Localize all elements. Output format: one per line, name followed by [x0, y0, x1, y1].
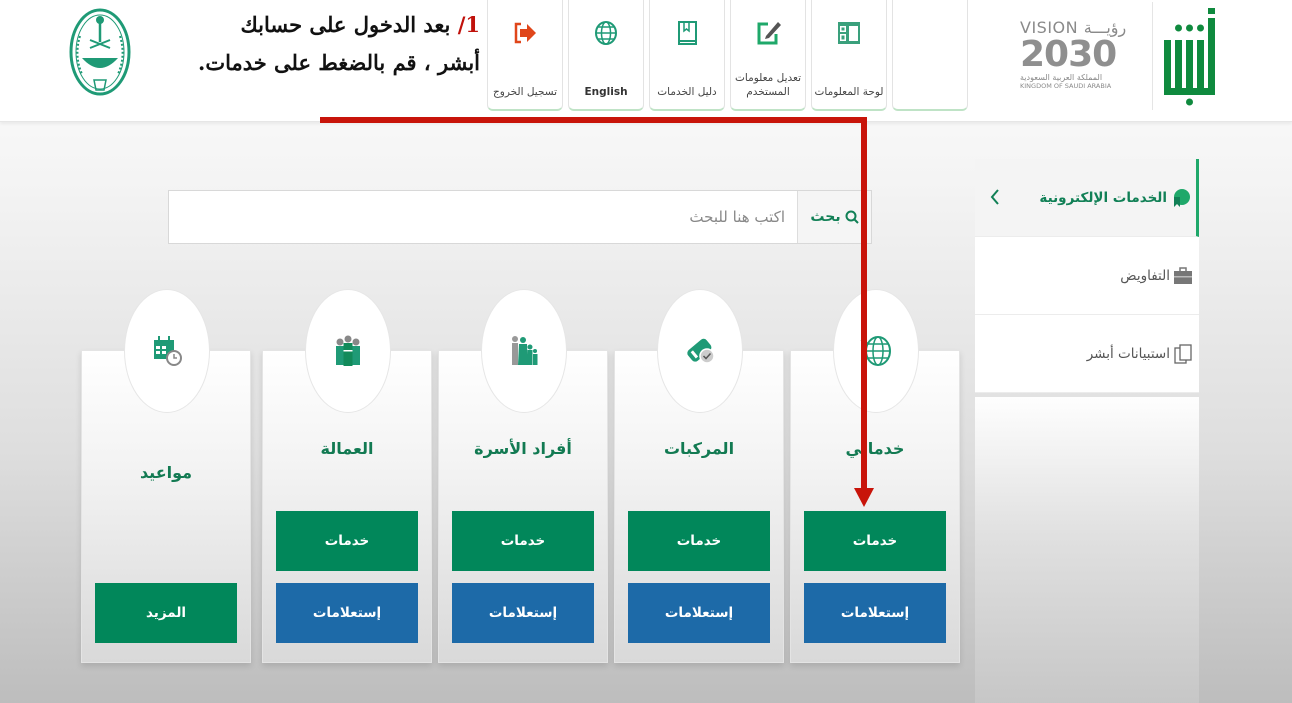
- chevron-left-icon[interactable]: [989, 187, 1001, 207]
- sidebar-item-label: استبيانات أبشر: [1086, 345, 1170, 362]
- edit-icon: [757, 22, 781, 45]
- card-family-members: أفراد الأسرة خدمات إستعلامات: [438, 289, 608, 663]
- empty-nav-tile[interactable]: [892, 0, 968, 111]
- card-labor: العمالة خدمات إستعلامات: [262, 289, 432, 663]
- absher-logo: [1164, 8, 1215, 106]
- sidebar-item-delegations[interactable]: التفاويض: [975, 237, 1199, 315]
- instruction-line-2: أبشر ، قم بالضغط على خدمات.: [198, 50, 480, 75]
- edit-user-info-label: تعديل معلومات المستخدم: [734, 72, 801, 98]
- annotation-arrow-head: [854, 488, 874, 507]
- sidebar: الخدمات الإلكترونية التفاويض استبيانات أ…: [975, 159, 1199, 703]
- card-appointments: مواعيد المزيد: [81, 289, 251, 663]
- sidebar-item-label: التفاويض: [1120, 267, 1170, 284]
- vehicle-icon: [687, 338, 715, 364]
- sidebar-item-eservices[interactable]: الخدمات الإلكترونية: [975, 159, 1199, 237]
- book-icon: [678, 21, 697, 45]
- calendar-icon: [154, 336, 182, 366]
- inquiries-button[interactable]: إستعلامات: [452, 583, 594, 643]
- card-title: أفراد الأسرة: [474, 439, 572, 458]
- family-icon: [512, 336, 538, 365]
- search-bar: بحث: [168, 190, 872, 244]
- annotation-arrow-vertical: [861, 117, 867, 491]
- dashboard-label: لوحة المعلومات: [814, 86, 884, 98]
- dashboard-button[interactable]: لوحة المعلومات: [811, 0, 887, 111]
- card-my-services: خدماتي خدمات إستعلامات: [790, 289, 960, 663]
- search-icon: [845, 210, 859, 224]
- logout-label: تسجيل الخروج: [492, 86, 558, 98]
- annotation-arrow-horizontal: [320, 117, 867, 123]
- step-number: 1/: [457, 12, 480, 37]
- edit-user-info-button[interactable]: تعديل معلومات المستخدم: [730, 0, 806, 111]
- card-icon-circle: [124, 289, 210, 413]
- globe-icon: [595, 21, 617, 45]
- services-button[interactable]: خدمات: [452, 511, 594, 571]
- card-title: مواعيد: [139, 463, 193, 482]
- card-title: المركبات: [663, 439, 735, 458]
- instruction-line-1: بعد الدخول على حسابك: [240, 12, 451, 37]
- card-icon-circle: [305, 289, 391, 413]
- inquiries-button[interactable]: إستعلامات: [804, 583, 946, 643]
- workers-icon: [336, 335, 360, 366]
- search-input[interactable]: [169, 191, 797, 243]
- services-button[interactable]: خدمات: [628, 511, 770, 571]
- services-button[interactable]: خدمات: [276, 511, 418, 571]
- sidebar-item-label: الخدمات الإلكترونية: [1039, 189, 1167, 206]
- sidebar-item-surveys[interactable]: استبيانات أبشر: [975, 315, 1199, 393]
- documents-icon: [1174, 343, 1192, 364]
- inquiries-button[interactable]: إستعلامات: [276, 583, 418, 643]
- more-button[interactable]: المزيد: [95, 583, 237, 643]
- services-guide-label: دليل الخدمات: [657, 86, 717, 98]
- search-button-label: بحث: [810, 209, 841, 225]
- kingdom-en: KINGDOM OF SAUDI ARABIA: [1020, 82, 1112, 90]
- ministry-emblem-logo: [69, 8, 131, 96]
- vision-year: 2030: [1020, 34, 1117, 75]
- card-vehicles: المركبات خدمات إستعلامات: [614, 289, 784, 663]
- brand-logos: VISION رؤيـــة 2030 المملكة العربية السع…: [1020, 0, 1220, 122]
- services-button[interactable]: خدمات: [804, 511, 946, 571]
- card-title: خدماتي: [845, 439, 905, 458]
- eservices-icon: [1174, 188, 1190, 207]
- inquiries-button[interactable]: إستعلامات: [628, 583, 770, 643]
- services-guide-button[interactable]: دليل الخدمات: [649, 0, 725, 111]
- briefcase-icon: [1174, 266, 1192, 284]
- sidebar-empty-panel: [975, 397, 1199, 703]
- dashboard-icon: [838, 22, 860, 44]
- card-icon-circle: [481, 289, 567, 413]
- logout-icon: [514, 22, 536, 44]
- logout-button[interactable]: تسجيل الخروج: [487, 0, 563, 111]
- search-button[interactable]: بحث: [797, 191, 871, 243]
- card-title: العمالة: [320, 439, 374, 458]
- card-icon-circle: [833, 289, 919, 413]
- card-icon-circle: [657, 289, 743, 413]
- vision-2030-logo: VISION رؤيـــة 2030 المملكة العربية السع…: [1020, 18, 1132, 90]
- english-language-button[interactable]: English: [568, 0, 644, 111]
- logo-divider: [1152, 2, 1153, 110]
- english-label: English: [584, 86, 628, 98]
- tutorial-instruction: 1/ بعد الدخول على حسابك أبشر ، قم بالضغط…: [160, 6, 480, 82]
- top-header: 1/ بعد الدخول على حسابك أبشر ، قم بالضغط…: [0, 0, 1292, 122]
